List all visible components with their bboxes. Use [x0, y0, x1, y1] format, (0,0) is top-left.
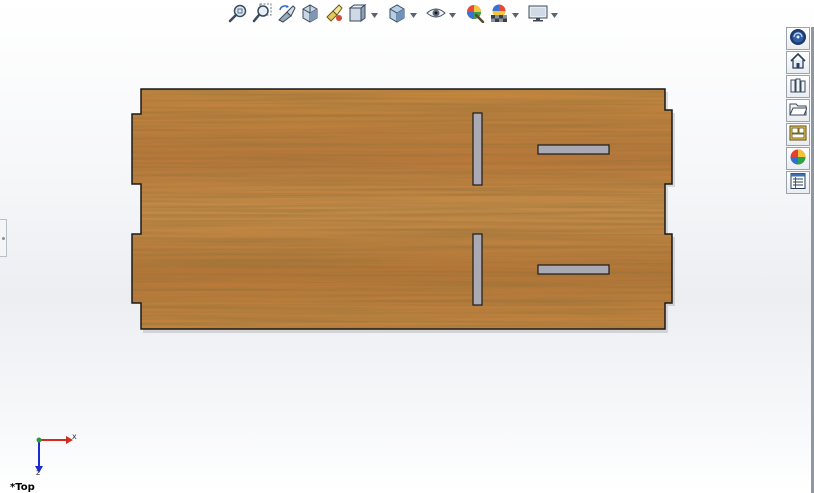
- dynamic-annotation-button[interactable]: [322, 3, 346, 27]
- hide-show-items-dropdown[interactable]: [448, 3, 457, 27]
- graphics-area[interactable]: x z *Top: [0, 0, 814, 493]
- design-library-icon: [789, 76, 807, 98]
- view-orientation-dropdown[interactable]: [370, 3, 379, 27]
- apply-scene-dropdown[interactable]: [511, 3, 520, 27]
- display-style-button[interactable]: [385, 3, 409, 27]
- horizontal-slot-bottom[interactable]: [537, 264, 610, 275]
- zoom-to-area-icon: [252, 3, 272, 27]
- triad-z-label: z: [36, 468, 41, 477]
- zoom-to-area-button[interactable]: [250, 3, 274, 27]
- apply-scene-icon: [489, 3, 509, 27]
- custom-properties-icon: [789, 172, 807, 194]
- view-orientation-icon: [348, 3, 368, 27]
- appearances-scenes-icon: [789, 148, 807, 170]
- hide-show-items-button[interactable]: [424, 3, 448, 27]
- view-palette-icon: [789, 124, 807, 146]
- task-pane-tabs: [786, 27, 812, 195]
- hide-show-items-icon: [426, 3, 446, 27]
- chevron-down-icon: [371, 12, 378, 18]
- chevron-down-icon: [551, 12, 558, 18]
- edit-appearance-icon: [465, 3, 485, 27]
- previous-view-button[interactable]: [274, 3, 298, 27]
- display-style-dropdown[interactable]: [409, 3, 418, 27]
- tab-home[interactable]: [786, 51, 810, 74]
- display-style-icon: [387, 3, 407, 27]
- tab-solidworks-resources[interactable]: [786, 27, 810, 50]
- tab-design-library[interactable]: [786, 75, 810, 98]
- apply-scene-button[interactable]: [487, 3, 511, 27]
- zoom-to-fit-icon: [228, 3, 248, 27]
- vertical-slot-bottom[interactable]: [472, 233, 483, 306]
- tab-view-palette[interactable]: [786, 123, 810, 146]
- reference-triad: x z: [28, 430, 88, 480]
- view-settings-dropdown[interactable]: [550, 3, 559, 27]
- panel-face: [132, 89, 672, 329]
- section-view-icon: [300, 3, 320, 27]
- view-orientation-button[interactable]: [346, 3, 370, 27]
- tab-custom-properties[interactable]: [786, 171, 810, 194]
- view-settings-button[interactable]: [526, 3, 550, 27]
- heads-up-view-toolbar: [226, 3, 559, 27]
- zoom-to-fit-button[interactable]: [226, 3, 250, 27]
- chevron-down-icon: [512, 12, 519, 18]
- vertical-slot-top[interactable]: [472, 112, 483, 186]
- edit-appearance-button[interactable]: [463, 3, 487, 27]
- tab-appearances-scenes[interactable]: [786, 147, 810, 170]
- previous-view-icon: [276, 3, 296, 27]
- wood-panel-model[interactable]: [128, 86, 680, 334]
- tab-file-explorer[interactable]: [786, 99, 810, 122]
- chevron-down-icon: [449, 12, 456, 18]
- solidworks-resources-icon: [789, 28, 807, 50]
- home-icon: [789, 52, 807, 74]
- chevron-down-icon: [410, 12, 417, 18]
- view-orientation-label: *Top: [10, 482, 35, 493]
- grip-dot-icon: [1, 236, 5, 240]
- horizontal-slot-top[interactable]: [537, 144, 610, 155]
- dynamic-annotation-icon: [324, 3, 344, 27]
- triad-x-label: x: [72, 432, 77, 441]
- feature-tree-flyout-handle[interactable]: [0, 219, 7, 257]
- section-view-button[interactable]: [298, 3, 322, 27]
- file-explorer-icon: [789, 100, 808, 122]
- view-settings-icon: [528, 3, 548, 27]
